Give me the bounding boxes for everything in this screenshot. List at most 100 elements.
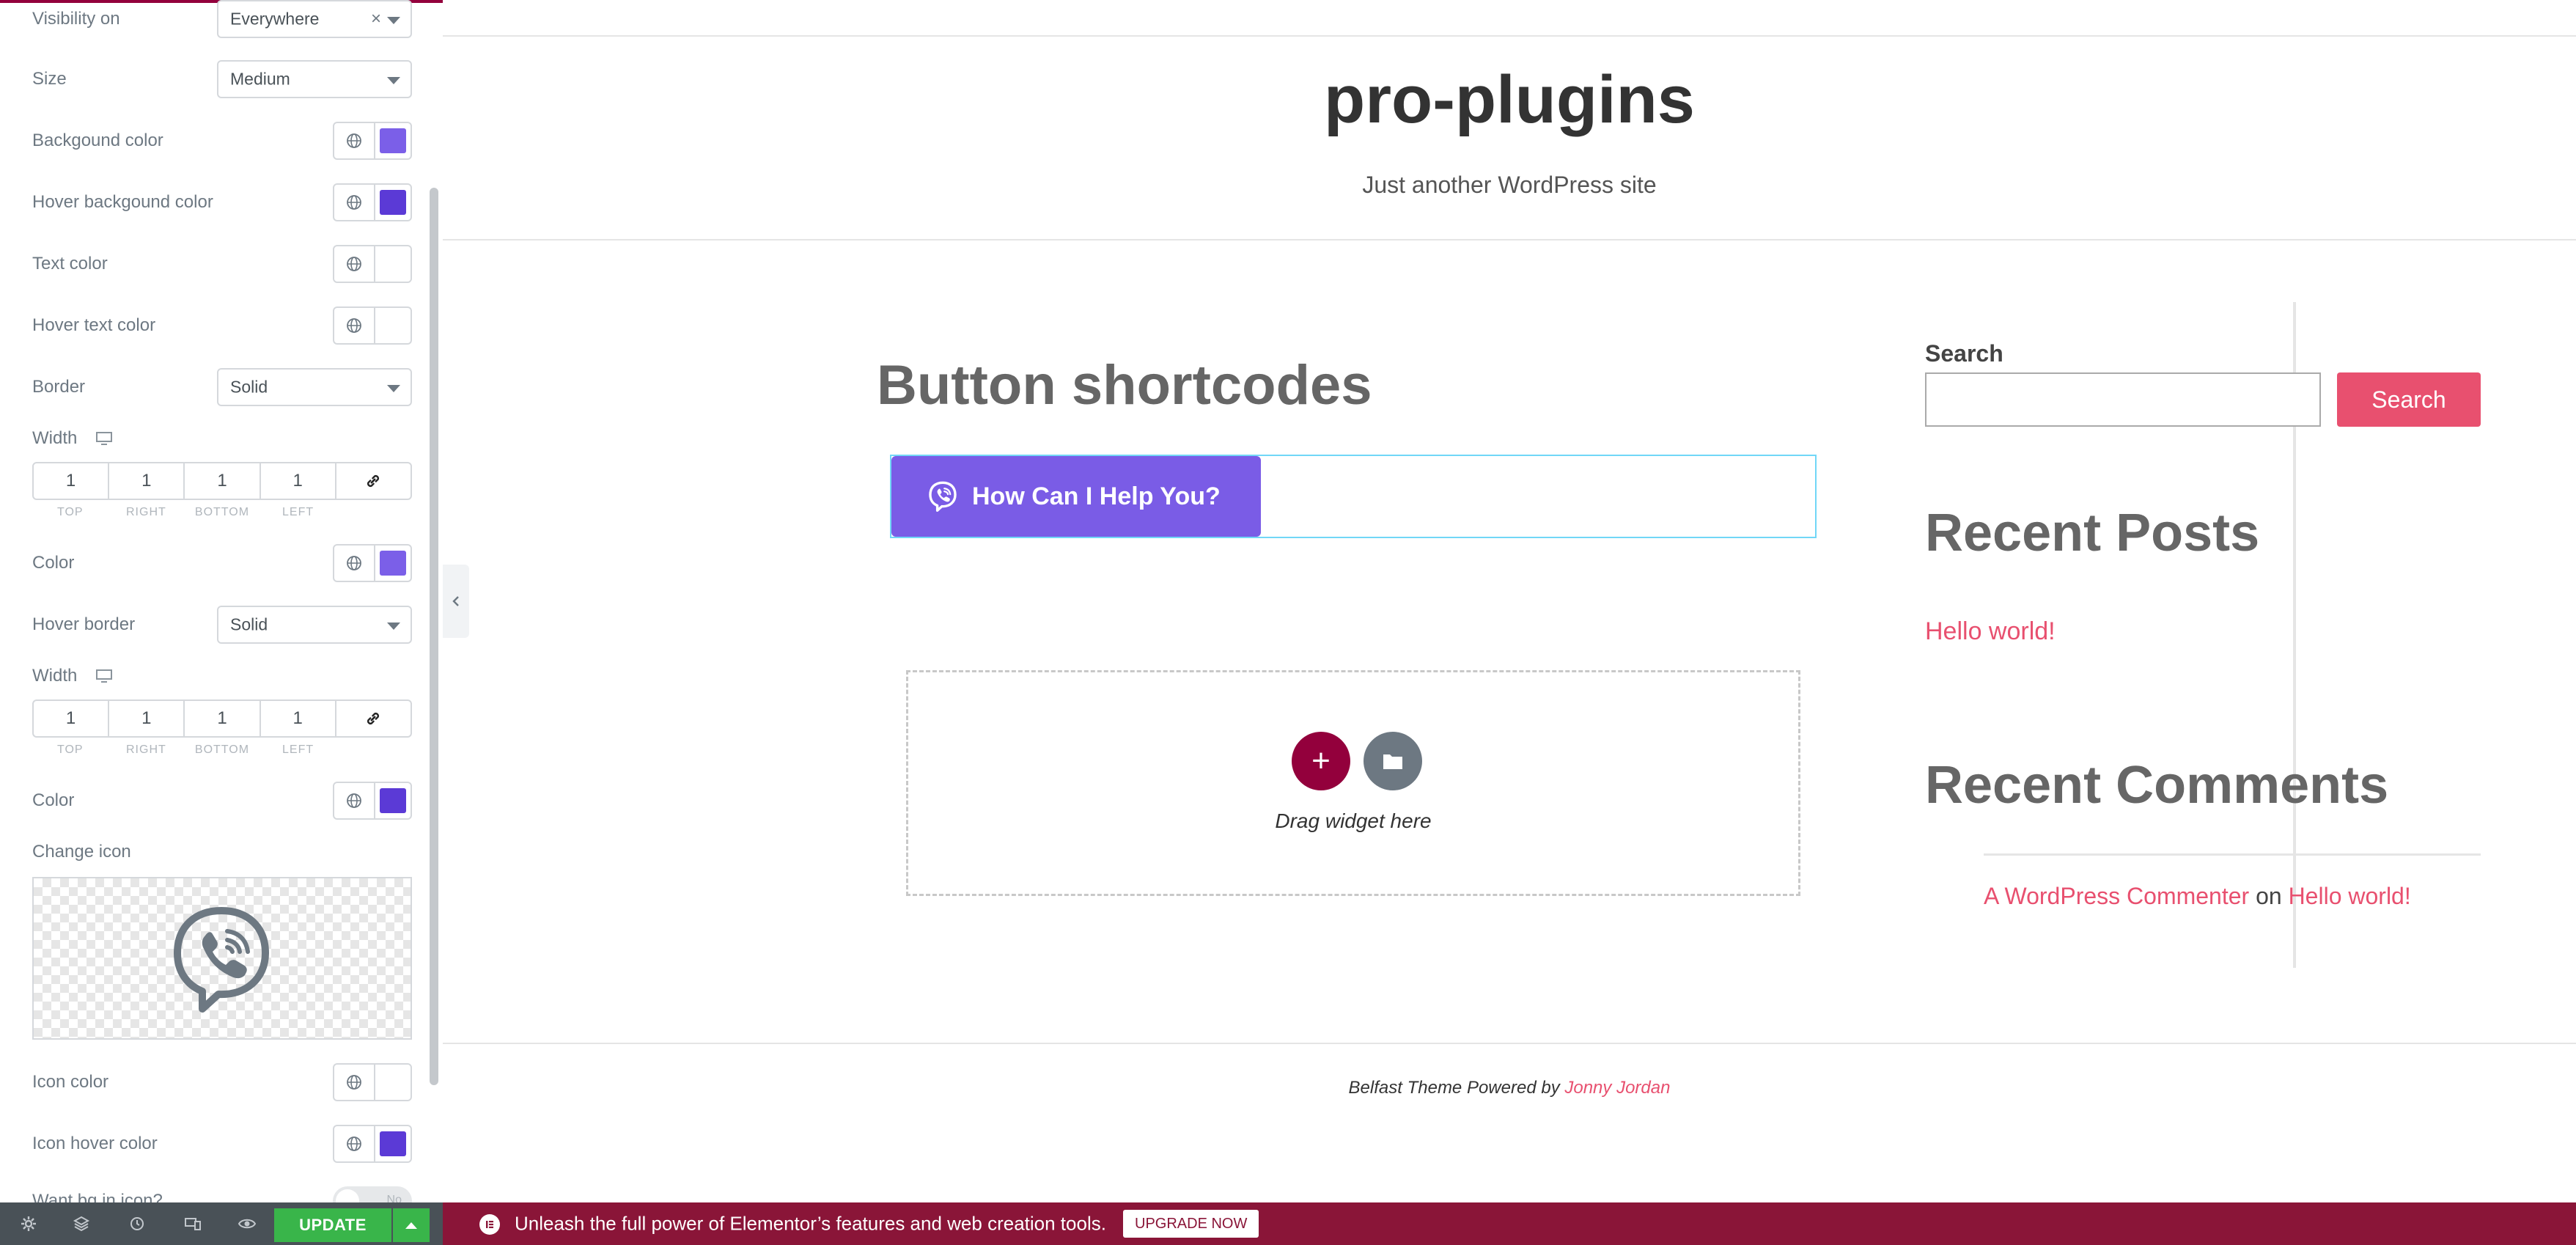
globe-icon[interactable] — [334, 123, 375, 158]
search-button[interactable]: Search — [2337, 372, 2481, 427]
hover-border-control: Hover border Solid — [32, 604, 412, 645]
color-swatch[interactable] — [380, 1070, 406, 1095]
icon-color-control: Icon color — [32, 1062, 412, 1103]
globe-icon[interactable] — [334, 185, 375, 220]
width-dim-labels-1: TOP RIGHT BOTTOM LEFT — [32, 506, 412, 524]
width-bottom-input[interactable]: 1 — [185, 463, 261, 499]
color-swatch[interactable] — [380, 551, 406, 576]
globe-icon[interactable] — [334, 546, 375, 581]
commenter-link[interactable]: A WordPress Commenter — [1984, 883, 2249, 909]
size-select[interactable]: Medium — [217, 60, 412, 98]
hover-text-color-picker[interactable] — [333, 306, 412, 345]
preview-eye-icon[interactable] — [236, 1213, 258, 1235]
color-swatch[interactable] — [380, 251, 406, 276]
layers-icon[interactable] — [70, 1213, 92, 1235]
width-left-input[interactable]: 1 — [261, 463, 336, 499]
text-color-control: Text color — [32, 243, 412, 284]
globe-icon[interactable] — [334, 308, 375, 343]
hover-bg-color-picker[interactable] — [333, 183, 412, 221]
border-control: Border Solid — [32, 367, 412, 408]
chevron-down-icon — [387, 385, 400, 392]
page-title: Button shortcodes — [877, 354, 1372, 416]
globe-icon[interactable] — [334, 783, 375, 818]
bg-color-picker[interactable] — [333, 122, 412, 160]
desktop-icon[interactable] — [95, 431, 113, 449]
upgrade-now-button[interactable]: UPGRADE NOW — [1123, 1210, 1259, 1238]
width-top-input[interactable]: 1 — [34, 701, 110, 736]
site-title[interactable]: pro-plugins — [443, 62, 2576, 139]
hover-border-select[interactable]: Solid — [217, 606, 412, 644]
caret-up-icon — [405, 1222, 417, 1229]
change-icon-control: Change icon — [32, 831, 412, 873]
text-color-picker[interactable] — [333, 245, 412, 283]
globe-icon[interactable] — [334, 1065, 375, 1100]
width-right-input[interactable]: 1 — [109, 463, 185, 499]
desktop-icon[interactable] — [95, 669, 113, 687]
viber-icon — [928, 481, 957, 512]
color-swatch[interactable] — [380, 190, 406, 215]
search-widget-label: Search — [1925, 340, 2003, 367]
responsive-icon[interactable] — [182, 1213, 204, 1235]
comment-on-text: on — [2256, 883, 2282, 909]
panel-scrollbar[interactable] — [430, 188, 438, 1085]
hover-bg-color-label: Hover backgound color — [32, 192, 213, 212]
link-values-icon[interactable] — [336, 701, 411, 736]
dim-top-label: TOP — [56, 743, 84, 756]
icon-hover-color-control: Icon hover color — [32, 1123, 412, 1164]
size-control: Size Medium — [32, 59, 412, 100]
add-template-button[interactable] — [1364, 732, 1422, 790]
add-section-button[interactable]: + — [1292, 732, 1350, 790]
header-bottom-border — [443, 239, 2576, 240]
link-values-icon[interactable] — [336, 463, 411, 499]
border-select[interactable]: Solid — [217, 368, 412, 406]
color-swatch[interactable] — [380, 128, 406, 153]
drag-widget-text: Drag widget here — [1275, 809, 1432, 832]
icon-color-picker[interactable] — [333, 1063, 412, 1101]
update-button[interactable]: UPDATE — [274, 1208, 391, 1242]
width-control-2: Width — [32, 655, 412, 697]
site-description: Just another WordPress site — [1362, 172, 1657, 198]
border-value: Solid — [230, 377, 268, 397]
drop-zone[interactable] — [906, 670, 1800, 896]
width-top-input[interactable]: 1 — [34, 463, 110, 499]
border-color-picker[interactable] — [333, 544, 412, 582]
globe-icon[interactable] — [334, 246, 375, 282]
chevron-left-icon — [451, 594, 461, 609]
color-swatch[interactable] — [380, 788, 406, 813]
search-input[interactable] — [1925, 372, 2321, 427]
size-label: Size — [32, 69, 67, 89]
width-dim-labels-2: TOP RIGHT BOTTOM LEFT — [32, 743, 412, 761]
clear-icon[interactable]: × — [371, 9, 381, 29]
recent-posts-heading: Recent Posts — [1925, 504, 2260, 562]
hover-border-color-picker[interactable] — [333, 782, 412, 820]
width-bottom-input[interactable]: 1 — [185, 701, 261, 736]
icon-hover-color-picker[interactable] — [333, 1125, 412, 1163]
update-options-button[interactable] — [393, 1208, 430, 1242]
footer-author-link[interactable]: Jonny Jordan — [1564, 1078, 1670, 1098]
color-control-1: Color — [32, 543, 412, 584]
help-button[interactable]: How Can I Help You? — [891, 456, 1261, 537]
collapse-panel-tab[interactable] — [443, 565, 469, 638]
icon-preview-box[interactable] — [32, 877, 412, 1040]
plus-icon: + — [1311, 743, 1331, 779]
width-label: Width — [32, 428, 78, 448]
color-swatch[interactable] — [380, 1131, 406, 1156]
dim-bottom-label: BOTTOM — [194, 743, 250, 756]
globe-icon[interactable] — [334, 1126, 375, 1161]
visibility-select[interactable]: Everywhere × — [217, 0, 412, 38]
history-icon[interactable] — [126, 1213, 148, 1235]
comment-post-link[interactable]: Hello world! — [2289, 883, 2411, 909]
dim-top-label: TOP — [56, 506, 84, 518]
change-icon-label: Change icon — [32, 842, 131, 862]
dim-spacer — [336, 506, 412, 524]
width-control-1: Width — [32, 418, 412, 459]
recent-post-link[interactable]: Hello world! — [1925, 617, 2056, 646]
width-left-input[interactable]: 1 — [261, 701, 336, 736]
hover-text-color-control: Hover text color — [32, 305, 412, 346]
chevron-down-icon — [387, 77, 400, 84]
visibility-value: Everywhere — [230, 9, 320, 29]
hover-border-value: Solid — [230, 614, 268, 634]
settings-icon[interactable] — [18, 1213, 40, 1235]
width-right-input[interactable]: 1 — [109, 701, 185, 736]
color-swatch[interactable] — [380, 313, 406, 338]
